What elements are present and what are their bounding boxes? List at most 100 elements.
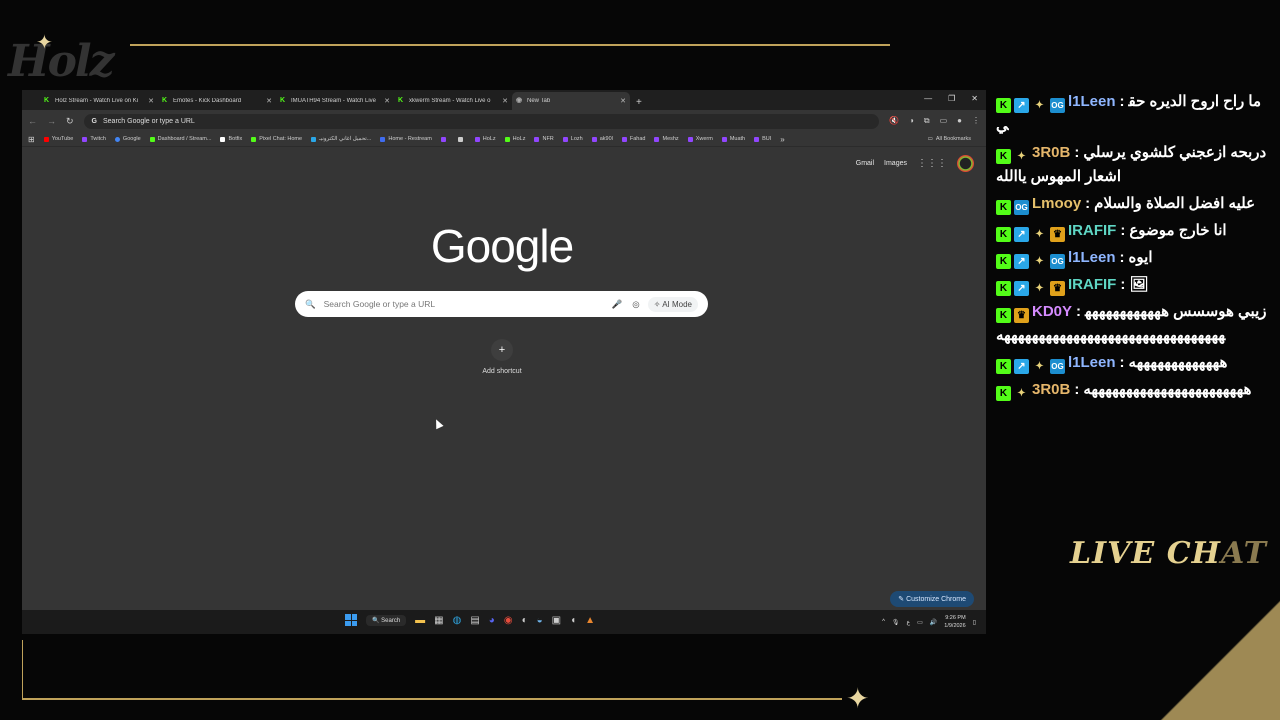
images-link[interactable]: Images: [884, 160, 907, 167]
gmail-link[interactable]: Gmail: [856, 160, 874, 167]
profile-icon[interactable]: ●: [957, 116, 962, 126]
bookmark-item[interactable]: Botfix: [220, 136, 242, 142]
bookmark-item[interactable]: [440, 136, 449, 142]
bookmark-item[interactable]: تحميل اغاني الكترونيـ...: [311, 136, 371, 142]
add-shortcut-tile[interactable]: + Add shortcut: [481, 339, 523, 375]
customize-chrome-button[interactable]: ✎ Customize Chrome: [890, 591, 974, 607]
chrome-icon[interactable]: ◉: [504, 615, 513, 626]
controller-icon[interactable]: ▣: [552, 615, 561, 626]
microphone-icon[interactable]: 🎤: [612, 299, 623, 310]
all-bookmarks-label: All Bookmarks: [935, 136, 971, 142]
bookmark-item[interactable]: [457, 136, 466, 142]
chat-username: l1Leen: [1068, 249, 1116, 266]
folder-icon: ▭: [927, 136, 933, 142]
all-bookmarks[interactable]: ▭ All Bookmarks: [928, 136, 971, 142]
new-tab-page: Gmail Images ⋮⋮⋮ Google 🔍 Search Google …: [22, 147, 986, 615]
language-indicator[interactable]: ع: [907, 619, 911, 626]
google-apps-icon[interactable]: ⋮⋮⋮: [917, 158, 947, 169]
windows-start-icon[interactable]: [345, 614, 357, 626]
chevron-up-icon[interactable]: ^: [882, 619, 885, 625]
tab-xkwerm[interactable]: Kxkwerm Stream - Watch Live o ✕: [394, 92, 512, 110]
bookmark-item[interactable]: Lozh: [562, 136, 583, 142]
overlay-corner-decoration: [1160, 600, 1280, 720]
bookmark-item[interactable]: ak90l: [591, 136, 613, 142]
kick-icon: K: [162, 97, 168, 104]
bookmark-label: Pixel Chat: Home: [259, 136, 303, 142]
tab-title: IMUATH94 Stream - Watch Live: [291, 98, 377, 104]
discord-icon[interactable]: ◕: [489, 615, 495, 626]
star-badge-icon: ✦: [1035, 100, 1044, 111]
tab-new-tab[interactable]: ◉ New Tab ✕: [512, 92, 630, 110]
bookmark-item[interactable]: Pixel Chat: Home: [251, 136, 302, 142]
bookmark-label: Google: [122, 136, 141, 142]
bookmark-label: ak90l: [599, 136, 613, 142]
apps-grid-icon[interactable]: ⊞: [28, 135, 35, 144]
chat-separator: :: [1120, 276, 1126, 293]
bookmark-item[interactable]: Google: [114, 136, 141, 142]
obs-icon[interactable]: ◐: [522, 615, 528, 626]
crown-badge-icon: ♛: [1014, 308, 1029, 323]
tab-emotes[interactable]: K Emotes - Kick Dashboard ✕: [158, 92, 276, 110]
minimize-icon[interactable]: —: [924, 94, 932, 103]
close-icon[interactable]: ✕: [148, 97, 154, 105]
split-icon[interactable]: ▭: [940, 116, 948, 126]
notification-icon[interactable]: ▯: [973, 619, 976, 626]
avatar[interactable]: [957, 155, 974, 172]
close-icon[interactable]: ✕: [384, 97, 390, 105]
maximize-icon[interactable]: ❐: [948, 94, 955, 103]
bookmark-item[interactable]: YouTube: [43, 136, 73, 142]
bookmark-item[interactable]: Fahad: [621, 136, 645, 142]
tab-title: Emotes - Kick Dashboard: [173, 98, 242, 104]
bookmark-item[interactable]: Muath: [721, 136, 745, 142]
incognito-icon[interactable]: ◑: [909, 116, 914, 126]
chat-username: l1Leen: [1068, 93, 1116, 110]
mute-icon[interactable]: 🔇: [889, 116, 899, 126]
close-window-icon[interactable]: ✕: [971, 94, 978, 103]
bookmark-item[interactable]: BUI: [754, 136, 771, 142]
forward-icon[interactable]: →: [47, 116, 56, 126]
star-badge-icon: ✦: [1035, 229, 1044, 240]
new-tab-button[interactable]: +: [636, 97, 642, 108]
lens-icon[interactable]: ◎: [632, 299, 639, 310]
network-icon[interactable]: ▭: [917, 619, 923, 626]
close-icon[interactable]: ✕: [266, 97, 272, 105]
close-icon[interactable]: ✕: [502, 97, 508, 105]
star-badge-icon: ✦: [1017, 151, 1026, 162]
menu-icon[interactable]: ⋮: [972, 116, 980, 126]
tab-holz[interactable]: K Holz Stream - Watch Live on Ki ✕: [40, 92, 158, 110]
bookmark-label: Dashboard / Stream...: [157, 136, 212, 142]
close-icon[interactable]: ✕: [620, 97, 626, 105]
tab-imuath[interactable]: K IMUATH94 Stream - Watch Live ✕: [276, 92, 394, 110]
taskbar-search[interactable]: 🔍 Search: [366, 614, 407, 626]
bookmark-item[interactable]: Dashboard / Stream...: [149, 136, 212, 142]
bookmark-item[interactable]: Home - Restream: [380, 136, 432, 142]
bookmark-item[interactable]: HoLz: [474, 136, 496, 142]
file-explorer-icon[interactable]: ▬: [415, 615, 425, 626]
app-icon[interactable]: ▤: [470, 615, 479, 626]
extensions-icon[interactable]: ⧉: [924, 116, 930, 126]
app-icon[interactable]: ◖: [570, 615, 576, 626]
bookmark-item[interactable]: Xwerm: [687, 136, 713, 142]
volume-icon[interactable]: 🔊: [930, 619, 937, 626]
omnibox[interactable]: G Search Google or type a URL: [83, 113, 880, 129]
store-icon[interactable]: ▦: [434, 615, 443, 626]
bookmark-item[interactable]: Twitch: [82, 136, 106, 142]
google-logo: Google: [430, 220, 574, 272]
microphone-icon[interactable]: 🎙: [892, 619, 900, 626]
search-box[interactable]: 🔍 Search Google or type a URL 🎤 ◎ ✧ AI M…: [295, 291, 708, 317]
clock[interactable]: 9:26 PM 1/9/2026: [944, 614, 965, 630]
ai-mode-button[interactable]: ✧ AI Mode: [647, 296, 698, 312]
star-badge-icon: ✦: [1017, 388, 1026, 399]
edge-icon[interactable]: ◍: [453, 615, 462, 626]
app-icon[interactable]: ▲: [585, 615, 595, 626]
chevron-right-icon[interactable]: »: [780, 135, 784, 144]
bookmark-label: Home - Restream: [388, 136, 432, 142]
bookmark-item[interactable]: NFR: [534, 136, 554, 142]
steam-icon[interactable]: ◒: [537, 615, 543, 626]
system-tray: ^ 🎙 ع ▭ 🔊 9:26 PM 1/9/2026 ▯: [882, 614, 976, 630]
ai-mode-label: AI Mode: [662, 299, 692, 309]
back-icon[interactable]: ←: [28, 116, 37, 126]
bookmark-item[interactable]: Meshz: [654, 136, 679, 142]
bookmark-item[interactable]: HoLz: [504, 136, 525, 142]
reload-icon[interactable]: ↻: [66, 116, 74, 127]
